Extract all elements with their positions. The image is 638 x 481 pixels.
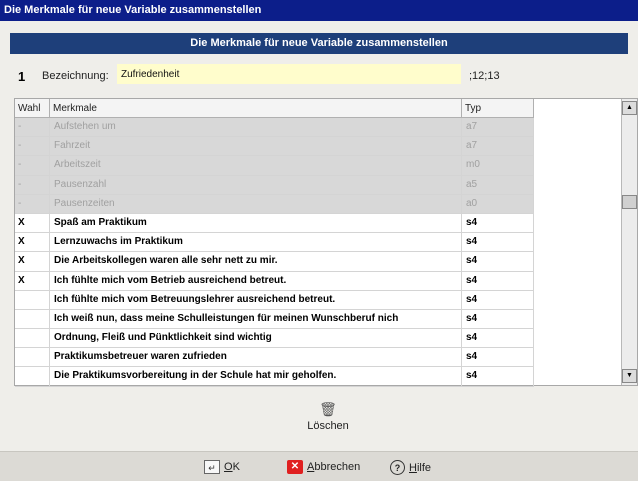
row-wahl-cell (15, 367, 50, 386)
row-merkmal-cell: Ich weiß nun, dass meine Schulleistungen… (50, 309, 462, 329)
row-wahl-cell: - (15, 194, 50, 213)
row-typ-cell: s4 (462, 271, 534, 290)
row-typ-cell: s4 (462, 309, 534, 329)
table-body: - Aufstehen um a7- Fahrzeit a7- Arbeitszeit m0… (15, 118, 534, 387)
dialog-window: Die Merkmale für neue Variable zusammens… (0, 0, 638, 481)
trash-icon: 🗑 (319, 401, 337, 417)
window-titlebar: Die Merkmale für neue Variable zusammens… (0, 0, 638, 21)
help-label: Hilfe (409, 461, 432, 474)
row-wahl-cell: - (15, 175, 50, 194)
merkmale-table[interactable]: Wahl Merkmale Typ - Aufstehen um a7- Fahrze… (14, 98, 638, 387)
row-wahl-cell: - (15, 137, 50, 156)
scroll-thumb[interactable] (622, 195, 637, 209)
row-typ-cell: a0 (462, 194, 534, 213)
table-header: Wahl Merkmale Typ (15, 99, 534, 118)
cancel-icon: ✕ (287, 460, 303, 474)
row-merkmal-cell: Pausenzahl (50, 175, 462, 194)
cancel-label: Abbrechen (307, 461, 361, 473)
table-row[interactable]: - Fahrzeit a7 (15, 137, 534, 157)
table-row[interactable]: Ordnung, Fleiß und Pünktlichkeit sind wi… (15, 329, 534, 349)
row-merkmal-cell: Die Praktikumsvorbereitung in der Schule… (50, 367, 462, 386)
row-wahl-cell (15, 309, 50, 329)
row-merkmal-cell: Ich fühlte mich vom Betrieb ausreichend … (50, 271, 462, 290)
row-merkmal-cell: Die Arbeitskollegen waren alle sehr nett… (50, 252, 462, 271)
table-row[interactable]: - Pausenzahl a5 (15, 175, 534, 195)
row-merkmal-cell: Fahrzeit (50, 137, 462, 156)
row-typ-cell: s4 (462, 367, 534, 386)
row-typ-cell: s4 (462, 290, 534, 309)
row-wahl-cell: X (15, 213, 50, 233)
row-typ-cell: a5 (462, 175, 534, 194)
ok-button[interactable]: ↵ OK (204, 460, 240, 474)
table-row[interactable]: - Pausenzeiten a0 (15, 194, 534, 214)
table-row[interactable]: X Spaß am Praktikum s4 (15, 213, 534, 234)
table-row[interactable]: X Ich fühlte mich vom Betrieb ausreichend… (15, 271, 534, 291)
help-button[interactable]: ? Hilfe (390, 460, 431, 475)
row-wahl-cell (15, 329, 50, 348)
column-header-typ[interactable]: Typ (462, 99, 534, 117)
row-wahl-cell (15, 290, 50, 309)
row-wahl-cell: X (15, 252, 50, 271)
scroll-down-icon[interactable]: ▼ (622, 369, 637, 383)
vertical-scrollbar[interactable]: ▲ ▼ (621, 99, 637, 385)
row-typ-cell: a7 (462, 137, 534, 156)
row-wahl-cell: X (15, 271, 50, 290)
table-row[interactable]: - Arbeitszeit m0 (15, 156, 534, 176)
table-row[interactable]: X Die Arbeitskollegen waren alle sehr net… (15, 252, 534, 272)
bezeichnung-label: Bezeichnung: (42, 70, 109, 82)
table-row[interactable]: Ich fühlte mich vom Betreuungslehrer aus… (15, 290, 534, 310)
bezeichnung-suffix: ;12;13 (469, 70, 500, 82)
table-row[interactable]: Ich weiß nun, dass meine Schulleistungen… (15, 309, 534, 330)
table-row[interactable]: X Lernzuwachs im Praktikum s4 (15, 233, 534, 253)
bezeichnung-input[interactable] (117, 64, 461, 84)
row-typ-cell: s4 (462, 252, 534, 271)
row-wahl-cell: - (15, 118, 50, 137)
row-typ-cell: s4 (462, 329, 534, 348)
table-row[interactable]: Praktikumsbetreuer waren zufrieden s4 (15, 348, 534, 368)
row-typ-cell: s4 (462, 213, 534, 233)
row-typ-cell: a7 (462, 118, 534, 137)
table-row[interactable]: - Aufstehen um a7 (15, 118, 534, 138)
column-header-merkmale[interactable]: Merkmale (50, 99, 462, 117)
row-merkmal-cell: Ich fühlte mich vom Betreuungslehrer aus… (50, 290, 462, 309)
scroll-up-icon[interactable]: ▲ (622, 101, 637, 115)
dialog-header: Die Merkmale für neue Variable zusammens… (10, 33, 628, 54)
cancel-button[interactable]: ✕ Abbrechen (287, 460, 360, 474)
row-wahl-cell (15, 348, 50, 367)
row-merkmal-cell: Spaß am Praktikum (50, 213, 462, 233)
row-wahl-cell: - (15, 156, 50, 175)
row-merkmal-cell: Praktikumsbetreuer waren zufrieden (50, 348, 462, 367)
delete-button[interactable]: 🗑 Löschen (298, 402, 358, 442)
delete-label: Löschen (307, 420, 349, 432)
table-row[interactable]: Die Praktikumsvorbereitung in der Schule… (15, 367, 534, 387)
row-wahl-cell: X (15, 233, 50, 252)
row-merkmal-cell: Arbeitszeit (50, 156, 462, 175)
row-merkmal-cell: Lernzuwachs im Praktikum (50, 233, 462, 252)
ok-icon: ↵ (204, 460, 220, 474)
help-icon: ? (390, 460, 405, 475)
row-typ-cell: s4 (462, 348, 534, 367)
button-bar: ↵ OK ✕ Abbrechen ? Hilfe (0, 451, 638, 481)
row-merkmal-cell: Aufstehen um (50, 118, 462, 137)
ok-label: OK (224, 461, 240, 473)
row-typ-cell: m0 (462, 156, 534, 175)
variable-number: 1 (18, 69, 26, 84)
row-merkmal-cell: Ordnung, Fleiß und Pünktlichkeit sind wi… (50, 329, 462, 348)
column-header-wahl[interactable]: Wahl (15, 99, 50, 117)
row-typ-cell: s4 (462, 233, 534, 252)
row-merkmal-cell: Pausenzeiten (50, 194, 462, 213)
